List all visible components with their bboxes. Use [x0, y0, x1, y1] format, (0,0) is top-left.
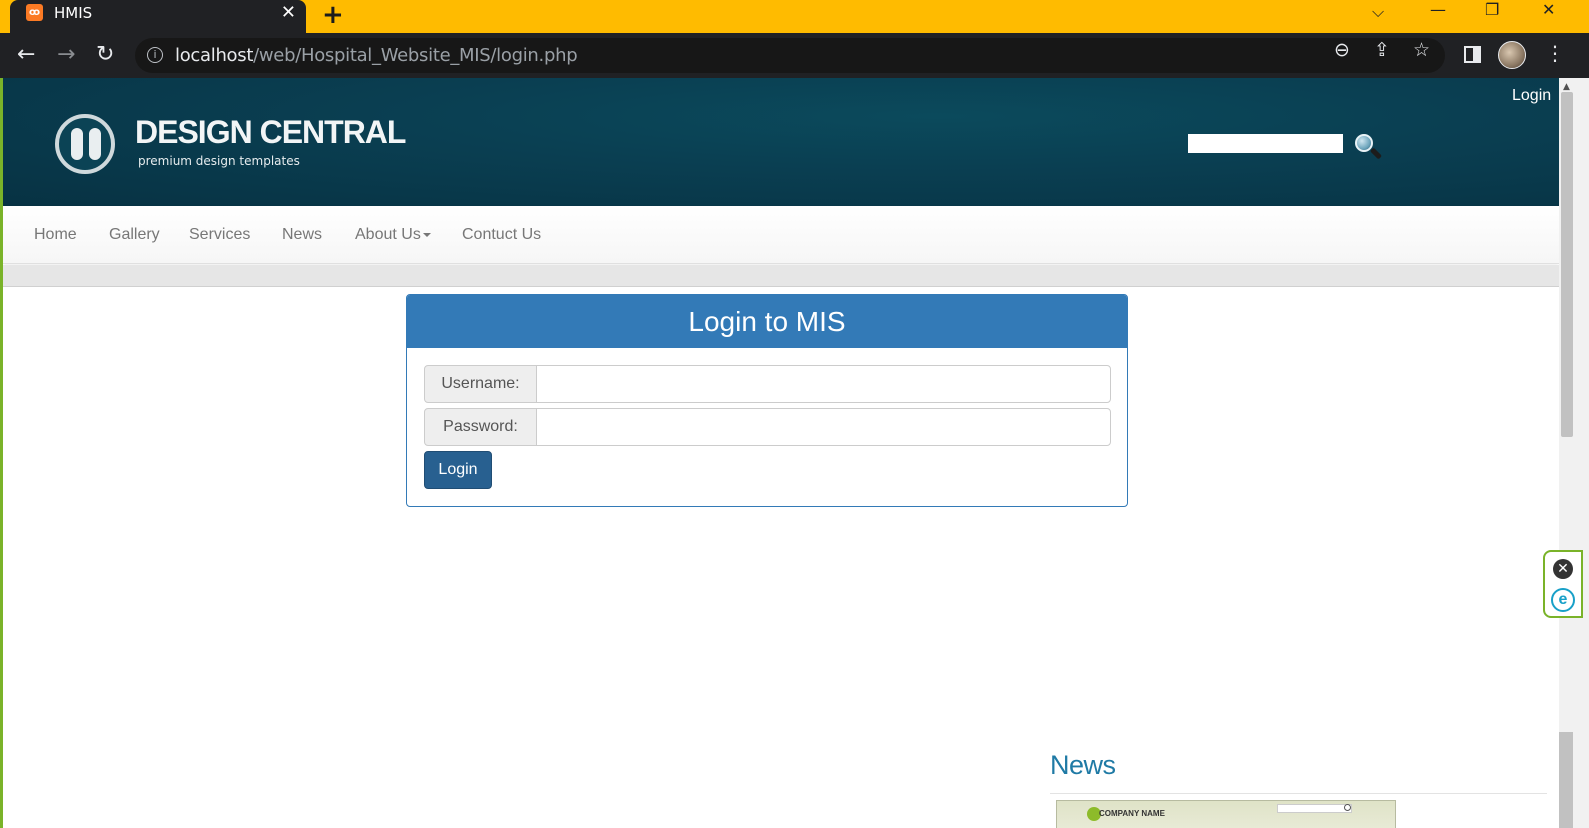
xampp-favicon-icon: ꚙ — [26, 4, 43, 21]
thumb-search-icon — [1344, 804, 1351, 811]
username-group: Username: — [424, 365, 1111, 403]
side-panel-icon[interactable] — [1464, 46, 1481, 63]
breadcrumb-bar — [3, 265, 1559, 287]
widget-e-icon[interactable]: e — [1551, 588, 1575, 612]
site-search-input[interactable] — [1188, 134, 1343, 153]
web-page: DESIGN CENTRAL premium design templates … — [0, 78, 1589, 828]
login-panel: Login to MIS Username: Password: Login — [406, 294, 1128, 507]
caret-down-icon — [422, 232, 431, 237]
search-icon[interactable] — [1355, 134, 1383, 160]
back-button[interactable]: ← — [17, 42, 35, 68]
browser-toolbar: ← → ↻ i localhost/web/Hospital_Website_M… — [0, 33, 1589, 78]
nav-item-services[interactable]: Services — [189, 226, 250, 244]
profile-avatar[interactable] — [1498, 41, 1526, 69]
username-label: Username: — [424, 365, 537, 403]
new-tab-button[interactable]: + — [322, 0, 344, 30]
nav-item-about-us[interactable]: About Us — [355, 226, 431, 244]
restore-button[interactable]: ❐ — [1485, 0, 1499, 19]
url-host: localhost — [175, 45, 254, 66]
nav-item-news[interactable]: News — [282, 226, 322, 244]
news-divider — [1050, 793, 1547, 794]
nav-item-about-label: About Us — [355, 226, 421, 243]
tab-close-icon[interactable]: ✕ — [281, 2, 296, 23]
address-bar[interactable]: i localhost/web/Hospital_Website_MIS/log… — [135, 38, 1445, 73]
site-header: DESIGN CENTRAL premium design templates … — [3, 78, 1559, 206]
site-info-icon[interactable]: i — [147, 47, 163, 63]
nav-item-contact-us[interactable]: Contuct Us — [462, 226, 541, 244]
site-tagline: premium design templates — [138, 154, 300, 168]
scrollbar-thumb[interactable] — [1561, 92, 1573, 437]
browser-menu-icon[interactable]: ⋮ — [1545, 41, 1565, 65]
url-path: /web/Hospital_Website_MIS/login.php — [253, 45, 578, 66]
password-group: Password: — [424, 408, 1111, 446]
scroll-up-arrow-icon[interactable]: ▲ — [1563, 82, 1570, 92]
thumb-company-name: COMPANY NAME — [1099, 809, 1165, 818]
login-panel-title: Login to MIS — [407, 295, 1127, 348]
username-input[interactable] — [536, 365, 1111, 403]
password-label: Password: — [424, 408, 537, 446]
url-text[interactable]: localhost/web/Hospital_Website_MIS/login… — [175, 45, 578, 66]
site-logo-icon[interactable] — [55, 114, 115, 174]
scrollbar-track-lower — [1559, 732, 1573, 828]
share-icon[interactable]: ⇪ — [1374, 39, 1390, 61]
browser-tab-strip: ꚙ HMIS ✕ + ⌵ — ❐ ✕ — [0, 0, 1589, 33]
zoom-icon[interactable]: ⊖ — [1334, 39, 1350, 61]
window-close-button[interactable]: ✕ — [1542, 0, 1555, 19]
tab-search-icon[interactable]: ⌵ — [1372, 2, 1384, 22]
browser-tab[interactable]: ꚙ HMIS ✕ — [10, 0, 306, 33]
thumb-search-box — [1277, 804, 1352, 813]
news-heading: News — [1050, 750, 1116, 780]
nav-item-home[interactable]: Home — [34, 226, 77, 244]
widget-close-icon[interactable]: ✕ — [1553, 559, 1573, 579]
main-navbar: Home Gallery Services News About Us Cont… — [3, 206, 1559, 264]
login-button[interactable]: Login — [424, 451, 492, 489]
forward-button[interactable]: → — [57, 42, 75, 68]
site-brand[interactable]: DESIGN CENTRAL — [135, 114, 406, 151]
nav-item-gallery[interactable]: Gallery — [109, 226, 160, 244]
reload-button[interactable]: ↻ — [96, 42, 114, 68]
password-input[interactable] — [536, 408, 1111, 446]
floating-widget: ✕ e — [1543, 550, 1583, 618]
tab-title: HMIS — [54, 4, 93, 22]
minimize-button[interactable]: — — [1430, 0, 1446, 19]
bookmark-star-icon[interactable]: ☆ — [1413, 39, 1430, 61]
header-login-link[interactable]: Login — [1512, 87, 1551, 105]
news-thumbnail[interactable]: COMPANY NAME — [1056, 800, 1396, 828]
